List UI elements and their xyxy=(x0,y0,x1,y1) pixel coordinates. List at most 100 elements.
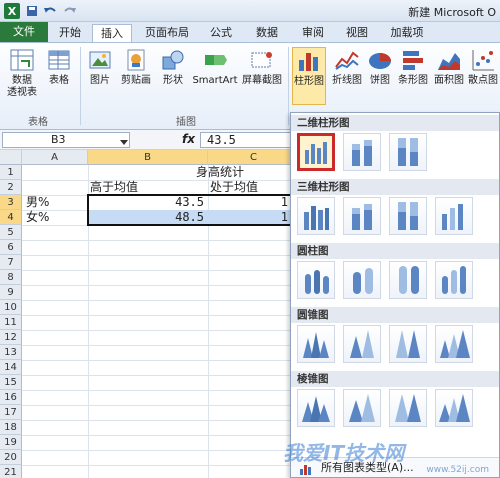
clustered-cylinder-icon[interactable] xyxy=(297,261,335,299)
picture-icon xyxy=(87,47,113,73)
row-header[interactable]: 13 xyxy=(0,345,22,360)
area-chart-button[interactable]: 面积图 xyxy=(432,47,466,87)
row-header[interactable]: 7 xyxy=(0,255,22,270)
name-box[interactable]: B3 xyxy=(2,132,130,148)
row-header[interactable]: 21 xyxy=(0,465,22,478)
select-all-corner[interactable] xyxy=(0,150,22,165)
tab-page-layout[interactable]: 页面布局 xyxy=(138,24,196,42)
clustered-pyramid-icon[interactable] xyxy=(297,389,335,427)
redo-icon[interactable] xyxy=(62,3,78,19)
cell-c3[interactable]: 1 xyxy=(208,195,288,210)
tab-addins[interactable]: 加载项 xyxy=(384,24,430,42)
3d-cylinder-icon[interactable] xyxy=(435,261,473,299)
cell-b4[interactable]: 48.5 xyxy=(88,210,204,225)
tab-formulas[interactable]: 公式 xyxy=(204,24,238,42)
stacked-cylinder-icon[interactable] xyxy=(343,261,381,299)
3d-column-icon[interactable] xyxy=(435,197,473,235)
3d-cone-icon[interactable] xyxy=(435,325,473,363)
3d-clustered-column-icon[interactable] xyxy=(297,197,335,235)
tab-file[interactable]: 文件 xyxy=(0,22,48,42)
stacked-column-icon[interactable] xyxy=(343,133,381,171)
title-bar: X 新建 Microsoft O xyxy=(0,0,500,22)
row-header[interactable]: 20 xyxy=(0,450,22,465)
area-chart-icon xyxy=(436,47,462,73)
cell-title[interactable]: 身高统计 xyxy=(196,165,244,180)
excel-logo-icon[interactable]: X xyxy=(4,3,20,19)
row-header[interactable]: 8 xyxy=(0,270,22,285)
screenshot-button[interactable]: 屏幕截图 xyxy=(240,47,284,87)
row-header[interactable]: 14 xyxy=(0,360,22,375)
tab-review[interactable]: 审阅 xyxy=(296,24,330,42)
watermark-url: www.52ij.com xyxy=(426,465,489,475)
row-header[interactable]: 10 xyxy=(0,300,22,315)
section-2d-column: 二维柱形图 xyxy=(291,115,499,131)
row-header[interactable]: 12 xyxy=(0,330,22,345)
shapes-label: 形状 xyxy=(163,75,183,86)
row-header[interactable]: 6 xyxy=(0,240,22,255)
cell-a3[interactable]: 男% xyxy=(26,195,49,210)
cell-a4[interactable]: 女% xyxy=(26,210,49,225)
line-chart-button[interactable]: 折线图 xyxy=(330,47,364,87)
percent-stacked-pyramid-icon[interactable] xyxy=(389,389,427,427)
picture-label: 图片 xyxy=(90,75,110,86)
fx-icon[interactable]: fx xyxy=(182,132,195,146)
row-header[interactable]: 1 xyxy=(0,165,22,180)
section-cone: 圆锥图 xyxy=(291,307,499,323)
stacked-cone-icon[interactable] xyxy=(343,325,381,363)
clip-art-button[interactable]: 剪贴画 xyxy=(118,47,154,87)
pivot-table-button[interactable]: 数据 透视表 xyxy=(4,47,40,99)
scatter-chart-button[interactable]: 散点图 xyxy=(466,47,500,87)
shapes-icon xyxy=(160,47,186,73)
row-header[interactable]: 3 xyxy=(0,195,22,210)
clustered-column-icon[interactable] xyxy=(297,133,335,171)
tab-insert[interactable]: 插入 xyxy=(92,24,132,42)
column-header-c[interactable]: C xyxy=(208,150,300,165)
3d-percent-stacked-column-icon[interactable] xyxy=(389,197,427,235)
undo-icon[interactable] xyxy=(42,3,58,19)
stacked-pyramid-icon[interactable] xyxy=(343,389,381,427)
column-chart-button[interactable]: 柱形图 xyxy=(292,47,326,105)
row-header[interactable]: 5 xyxy=(0,225,22,240)
scatter-chart-label: 散点图 xyxy=(468,75,498,86)
cell-b2[interactable]: 高于均值 xyxy=(90,180,138,195)
table-icon xyxy=(46,47,72,73)
tab-data[interactable]: 数据 xyxy=(250,24,284,42)
tab-view[interactable]: 视图 xyxy=(340,24,374,42)
3d-stacked-column-icon[interactable] xyxy=(343,197,381,235)
smartart-button[interactable]: SmartArt xyxy=(192,47,238,87)
row-header[interactable]: 17 xyxy=(0,405,22,420)
bar-chart-label: 条形图 xyxy=(398,75,428,86)
cell-c2[interactable]: 处于均值 xyxy=(210,180,258,195)
3d-pyramid-icon[interactable] xyxy=(435,389,473,427)
table-label: 表格 xyxy=(49,75,69,86)
pie-chart-button[interactable]: 饼图 xyxy=(366,47,394,87)
bar-chart-button[interactable]: 条形图 xyxy=(396,47,430,87)
clustered-cone-icon[interactable] xyxy=(297,325,335,363)
cell-c4[interactable]: 1 xyxy=(208,210,288,225)
save-icon[interactable] xyxy=(24,3,40,19)
shapes-button[interactable]: 形状 xyxy=(158,47,188,87)
row-header[interactable]: 19 xyxy=(0,435,22,450)
row-header[interactable]: 18 xyxy=(0,420,22,435)
section-pyramid: 棱锥图 xyxy=(291,371,499,387)
pie-chart-icon xyxy=(367,47,393,73)
column-header-b[interactable]: B xyxy=(88,150,208,165)
tab-home[interactable]: 开始 xyxy=(52,24,88,42)
cell-b3[interactable]: 43.5 xyxy=(88,195,204,210)
percent-stacked-cone-icon[interactable] xyxy=(389,325,427,363)
percent-stacked-column-icon[interactable] xyxy=(389,133,427,171)
percent-stacked-cylinder-icon[interactable] xyxy=(389,261,427,299)
row-header[interactable]: 2 xyxy=(0,180,22,195)
table-button[interactable]: 表格 xyxy=(44,47,74,87)
row-header[interactable]: 16 xyxy=(0,390,22,405)
line-chart-label: 折线图 xyxy=(332,75,362,86)
screenshot-label: 屏幕截图 xyxy=(242,75,282,86)
group-separator xyxy=(288,47,289,125)
picture-button[interactable]: 图片 xyxy=(86,47,114,87)
row-header[interactable]: 4 xyxy=(0,210,22,225)
name-box-dropdown-icon[interactable] xyxy=(120,136,128,149)
row-header[interactable]: 9 xyxy=(0,285,22,300)
row-header[interactable]: 11 xyxy=(0,315,22,330)
column-header-a[interactable]: A xyxy=(22,150,88,165)
row-header[interactable]: 15 xyxy=(0,375,22,390)
